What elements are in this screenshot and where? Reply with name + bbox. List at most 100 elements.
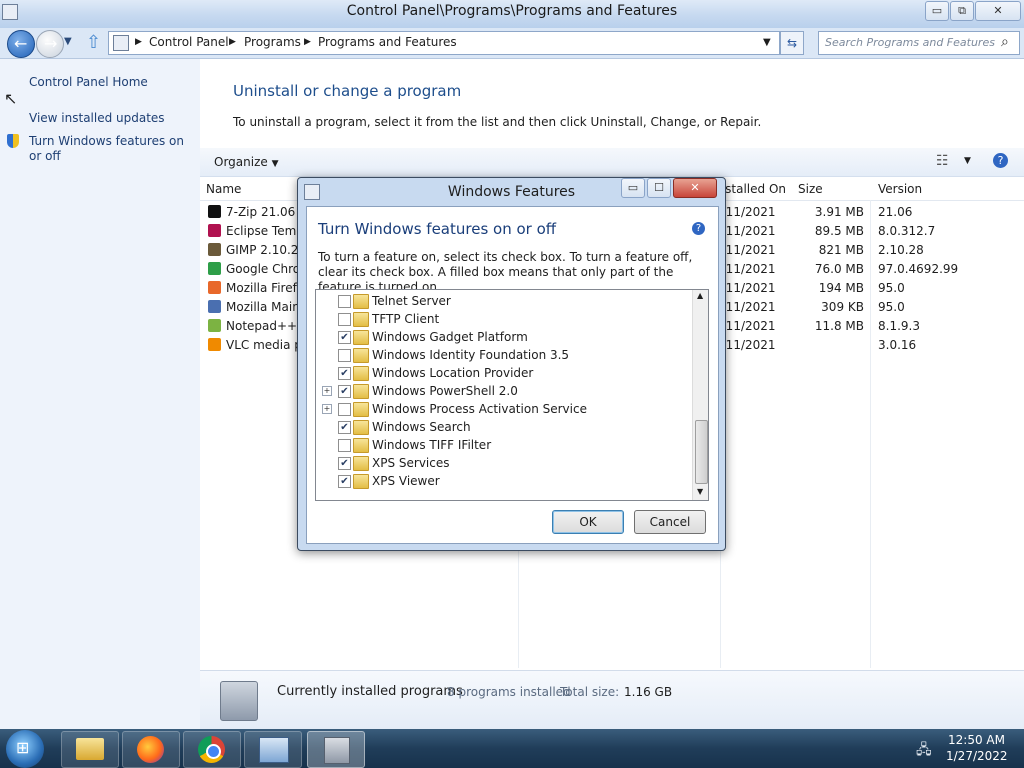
feature-checkbox[interactable]: ✔: [338, 367, 351, 380]
taskbar-control-panel-button[interactable]: [244, 731, 302, 768]
feature-checkbox[interactable]: [338, 403, 351, 416]
control-panel-home-link[interactable]: Control Panel Home: [29, 75, 148, 89]
title-bar: Control Panel\Programs\Programs and Feat…: [0, 0, 1024, 28]
status-label: Currently installed programs: [277, 684, 463, 699]
feature-label: XPS Viewer: [372, 474, 440, 488]
feature-checkbox[interactable]: ✔: [338, 385, 351, 398]
column-header-size[interactable]: Size: [798, 182, 823, 196]
dialog-minimize-button[interactable]: ▭: [621, 178, 645, 198]
program-version: 8.1.9.3: [878, 319, 920, 333]
feature-label: TFTP Client: [372, 312, 440, 326]
feature-item[interactable]: ✔ Windows Search: [316, 418, 692, 436]
start-button[interactable]: ⊞: [6, 730, 44, 768]
program-version: 97.0.4692.99: [878, 262, 959, 276]
expand-plus-icon[interactable]: +: [322, 404, 332, 414]
feature-checkbox[interactable]: [338, 295, 351, 308]
program-size: 89.5 MB: [814, 224, 864, 238]
feature-item[interactable]: TFTP Client: [316, 310, 692, 328]
program-name: Notepad++ (: [226, 319, 306, 333]
program-icon: [208, 262, 221, 275]
feature-checkbox[interactable]: ✔: [338, 475, 351, 488]
breadcrumb-separator-icon[interactable]: ▶: [135, 37, 142, 47]
feature-checkbox[interactable]: ✔: [338, 331, 351, 344]
program-icon: [208, 300, 221, 313]
cancel-button[interactable]: Cancel: [634, 510, 706, 534]
feature-item[interactable]: + ✔ Windows PowerShell 2.0: [316, 382, 692, 400]
turn-windows-features-link[interactable]: Turn Windows features on or off: [29, 134, 194, 164]
features-scrollbar[interactable]: ▲ ▼: [692, 290, 708, 500]
address-dropdown-icon[interactable]: ▼: [763, 37, 771, 48]
feature-item[interactable]: Telnet Server: [316, 292, 692, 310]
help-icon[interactable]: ?: [993, 153, 1008, 168]
program-name: Google Chror: [226, 262, 306, 276]
dialog-help-icon[interactable]: ?: [692, 222, 705, 235]
scroll-up-icon[interactable]: ▲: [697, 291, 703, 300]
control-panel-icon: [259, 737, 289, 763]
recent-pages-dropdown-icon[interactable]: ▼: [64, 36, 72, 47]
column-header-name[interactable]: Name: [206, 182, 241, 196]
dialog-body: Turn Windows features on or off ? To tur…: [306, 206, 719, 544]
feature-item[interactable]: + Windows Process Activation Service: [316, 400, 692, 418]
expand-plus-icon[interactable]: +: [322, 386, 332, 396]
taskbar-explorer-button[interactable]: [61, 731, 119, 768]
ok-button[interactable]: OK: [552, 510, 624, 534]
column-header-version[interactable]: Version: [878, 182, 922, 196]
clock-time[interactable]: 12:50 AM: [948, 733, 1005, 747]
program-name: Eclipse Temu: [226, 224, 304, 238]
feature-item[interactable]: Windows TIFF IFilter: [316, 436, 692, 454]
clock-date[interactable]: 1/27/2022: [946, 749, 1008, 763]
feature-label: Windows Process Activation Service: [372, 402, 587, 416]
feature-item[interactable]: ✔ Windows Location Provider: [316, 364, 692, 382]
up-level-icon[interactable]: ⇧: [86, 32, 101, 53]
feature-label: Windows Search: [372, 420, 471, 434]
view-options-icon[interactable]: ☷: [936, 153, 949, 169]
feature-item[interactable]: ✔ XPS Services: [316, 454, 692, 472]
feature-item[interactable]: ✔ XPS Viewer: [316, 472, 692, 490]
scrollbar-thumb[interactable]: [695, 420, 708, 484]
close-button[interactable]: ✕: [975, 1, 1021, 21]
refresh-button[interactable]: ⇆: [780, 31, 804, 55]
breadcrumb-separator-icon[interactable]: ▶: [229, 37, 236, 47]
dialog-close-button[interactable]: ✕: [673, 178, 717, 198]
taskbar-firefox-button[interactable]: [122, 731, 180, 768]
organize-button[interactable]: Organize ▼: [214, 155, 279, 169]
view-dropdown-icon[interactable]: ▼: [964, 156, 971, 166]
forward-button[interactable]: →: [36, 30, 64, 58]
feature-item[interactable]: Windows Identity Foundation 3.5: [316, 346, 692, 364]
taskbar-windows-features-button[interactable]: [307, 731, 365, 768]
breadcrumb-separator-icon[interactable]: ▶: [304, 37, 311, 47]
back-button[interactable]: ←: [7, 30, 35, 58]
shield-icon: [7, 134, 19, 148]
features-tree[interactable]: Telnet Server TFTP Client ✔ Windows Gadget …: [315, 289, 709, 501]
search-icon[interactable]: ⌕: [1001, 34, 1009, 50]
feature-checkbox[interactable]: [338, 349, 351, 362]
feature-checkbox[interactable]: ✔: [338, 421, 351, 434]
breadcrumb-programs[interactable]: Programs: [244, 35, 301, 49]
taskbar-chrome-button[interactable]: [183, 731, 241, 768]
search-input[interactable]: Search Programs and Features ⌕: [818, 31, 1020, 55]
scroll-down-icon[interactable]: ▼: [697, 487, 703, 496]
network-icon[interactable]: 🖧: [916, 739, 932, 763]
program-size: 821 MB: [818, 243, 864, 257]
view-installed-updates-link[interactable]: View installed updates: [29, 111, 165, 125]
feature-label: Windows TIFF IFilter: [372, 438, 492, 452]
feature-checkbox[interactable]: [338, 313, 351, 326]
program-icon: [208, 224, 221, 237]
feature-item[interactable]: ✔ Windows Gadget Platform: [316, 328, 692, 346]
feature-checkbox[interactable]: [338, 439, 351, 452]
dialog-maximize-button[interactable]: ☐: [647, 178, 671, 198]
address-bar[interactable]: ▶ Control Panel ▶ Programs ▶ Programs an…: [108, 31, 780, 55]
feature-checkbox[interactable]: ✔: [338, 457, 351, 470]
program-name: Mozilla Firefo: [226, 281, 305, 295]
minimize-button[interactable]: ▭: [925, 1, 949, 21]
program-size: 3.91 MB: [814, 205, 864, 219]
taskbar: ⊞ 🖧 12:50 AM 1/27/2022: [0, 729, 1024, 768]
folder-icon: [353, 402, 369, 417]
breadcrumb-programs-and-features[interactable]: Programs and Features: [318, 35, 457, 49]
breadcrumb-control-panel[interactable]: Control Panel: [149, 35, 229, 49]
restore-button[interactable]: ⧉: [950, 1, 974, 21]
folder-icon: [353, 348, 369, 363]
feature-label: Windows Identity Foundation 3.5: [372, 348, 570, 362]
back-arrow-icon: ←: [14, 34, 28, 53]
program-size: 194 MB: [818, 281, 864, 295]
